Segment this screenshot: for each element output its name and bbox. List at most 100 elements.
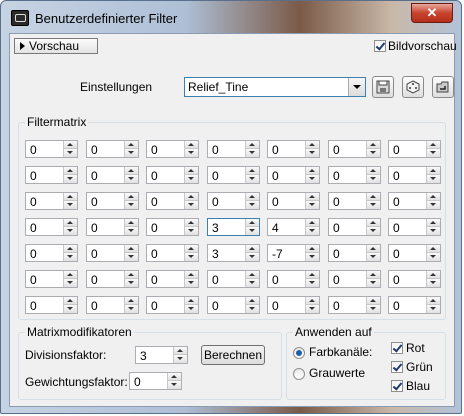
spin-down-icon[interactable]	[64, 253, 77, 261]
spin-up-icon[interactable]	[427, 297, 440, 305]
spin-up-icon[interactable]	[427, 193, 440, 201]
preset-select[interactable]: Relief_Tine	[184, 77, 366, 97]
matrix-cell-spinner[interactable]: 0	[207, 140, 260, 158]
spin-up-icon[interactable]	[168, 373, 181, 381]
save-preset-button[interactable]	[372, 76, 394, 98]
spin-up-icon[interactable]	[246, 271, 259, 279]
spin-down-icon[interactable]	[185, 175, 198, 183]
title-bar[interactable]: Benutzerdefinierter Filter ✕	[1, 1, 463, 35]
spin-down-icon[interactable]	[125, 201, 138, 209]
spin-down-icon[interactable]	[427, 175, 440, 183]
spin-up-icon[interactable]	[185, 141, 198, 149]
spin-up-icon[interactable]	[306, 271, 319, 279]
spin-up-icon[interactable]	[246, 193, 259, 201]
spin-up-icon[interactable]	[427, 141, 440, 149]
matrix-cell-spinner[interactable]: 0	[328, 166, 381, 184]
matrix-cell-spinner[interactable]: 0	[86, 270, 139, 288]
spin-up-icon[interactable]	[246, 167, 259, 175]
matrix-cell-spinner[interactable]: 3	[207, 244, 260, 262]
spin-up-icon[interactable]	[306, 297, 319, 305]
spin-down-icon[interactable]	[306, 227, 319, 235]
matrix-cell-spinner[interactable]: 0	[25, 166, 78, 184]
spin-down-icon[interactable]	[64, 227, 77, 235]
spin-up-icon[interactable]	[64, 245, 77, 253]
spin-up-icon[interactable]	[246, 297, 259, 305]
spin-down-icon[interactable]	[185, 149, 198, 157]
spin-down-icon[interactable]	[367, 149, 380, 157]
spin-down-icon[interactable]	[125, 305, 138, 313]
matrix-cell-spinner[interactable]: 0	[86, 192, 139, 210]
spin-up-icon[interactable]	[64, 297, 77, 305]
spin-down-icon[interactable]	[64, 149, 77, 157]
spin-down-icon[interactable]	[185, 227, 198, 235]
matrix-cell-spinner[interactable]: 0	[267, 192, 320, 210]
matrix-cell-spinner[interactable]: 0	[267, 140, 320, 158]
spin-down-icon[interactable]	[246, 305, 259, 313]
spin-down-icon[interactable]	[125, 175, 138, 183]
spin-up-icon[interactable]	[367, 193, 380, 201]
spin-up-icon[interactable]	[246, 245, 259, 253]
spin-down-icon[interactable]	[306, 305, 319, 313]
spin-down-icon[interactable]	[246, 201, 259, 209]
spin-up-icon[interactable]	[64, 193, 77, 201]
matrix-cell-spinner[interactable]: 0	[146, 244, 199, 262]
matrix-cell-spinner[interactable]: 0	[146, 296, 199, 314]
spin-down-icon[interactable]	[174, 355, 187, 363]
spin-down-icon[interactable]	[125, 149, 138, 157]
matrix-cell-spinner[interactable]: 0	[25, 244, 78, 262]
spin-down-icon[interactable]	[306, 279, 319, 287]
matrix-cell-spinner[interactable]: 0	[25, 140, 78, 158]
matrix-cell-spinner[interactable]: 0	[86, 296, 139, 314]
matrix-cell-spinner[interactable]: 0	[146, 140, 199, 158]
matrix-cell-spinner[interactable]: 3	[207, 218, 260, 236]
spin-up-icon[interactable]	[367, 245, 380, 253]
matrix-cell-spinner[interactable]: 0	[207, 192, 260, 210]
matrix-cell-spinner[interactable]: 0	[25, 296, 78, 314]
spin-up-icon[interactable]	[306, 219, 319, 227]
grayscale-radio[interactable]	[293, 368, 305, 380]
spin-down-icon[interactable]	[367, 201, 380, 209]
matrix-cell-spinner[interactable]: 0	[388, 270, 441, 288]
matrix-cell-spinner[interactable]: 0	[267, 296, 320, 314]
calculate-button[interactable]: Berechnen	[201, 345, 265, 365]
red-channel-checkbox[interactable]	[391, 342, 403, 354]
matrix-cell-spinner[interactable]: 0	[207, 270, 260, 288]
chevron-down-icon[interactable]	[348, 78, 365, 96]
matrix-cell-spinner[interactable]: 4	[267, 218, 320, 236]
preview-toggle-button[interactable]: Vorschau	[14, 38, 98, 54]
spin-up-icon[interactable]	[174, 347, 187, 355]
color-channels-radio[interactable]	[293, 347, 305, 359]
spin-down-icon[interactable]	[185, 253, 198, 261]
spin-up-icon[interactable]	[246, 219, 259, 227]
matrix-cell-spinner[interactable]: 0	[25, 218, 78, 236]
matrix-cell-spinner[interactable]: 0	[328, 244, 381, 262]
spin-up-icon[interactable]	[367, 167, 380, 175]
spin-up-icon[interactable]	[427, 167, 440, 175]
matrix-cell-spinner[interactable]: 0	[388, 218, 441, 236]
spin-up-icon[interactable]	[185, 167, 198, 175]
spin-up-icon[interactable]	[64, 167, 77, 175]
spin-down-icon[interactable]	[246, 253, 259, 261]
matrix-cell-spinner[interactable]: 0	[388, 192, 441, 210]
spin-down-icon[interactable]	[427, 253, 440, 261]
matrix-cell-spinner[interactable]: 0	[267, 270, 320, 288]
spin-up-icon[interactable]	[185, 297, 198, 305]
spin-down-icon[interactable]	[306, 201, 319, 209]
spin-up-icon[interactable]	[185, 193, 198, 201]
spin-down-icon[interactable]	[246, 227, 259, 235]
spin-up-icon[interactable]	[427, 271, 440, 279]
division-factor-spinner[interactable]: 3	[135, 346, 188, 364]
spin-up-icon[interactable]	[64, 141, 77, 149]
spin-down-icon[interactable]	[64, 279, 77, 287]
matrix-cell-spinner[interactable]: 0	[328, 140, 381, 158]
spin-down-icon[interactable]	[185, 305, 198, 313]
spin-up-icon[interactable]	[64, 219, 77, 227]
spin-up-icon[interactable]	[185, 271, 198, 279]
random-preset-button[interactable]	[402, 76, 424, 98]
spin-up-icon[interactable]	[367, 271, 380, 279]
spin-up-icon[interactable]	[367, 141, 380, 149]
spin-down-icon[interactable]	[125, 253, 138, 261]
weight-factor-spinner[interactable]: 0	[129, 372, 182, 390]
spin-down-icon[interactable]	[185, 279, 198, 287]
spin-up-icon[interactable]	[427, 245, 440, 253]
